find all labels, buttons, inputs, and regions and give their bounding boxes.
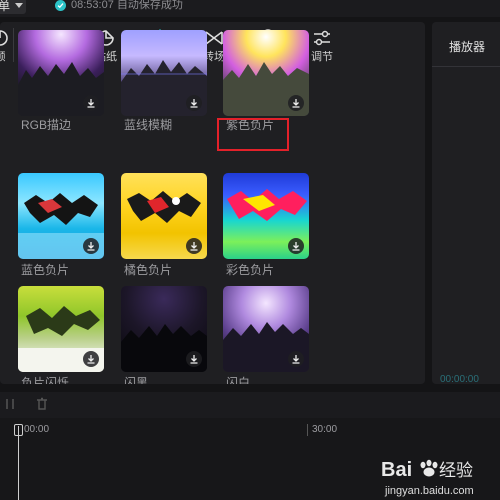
top-status-bar: 单 08:53:07 自动保存成功 — [0, 0, 500, 17]
check-circle-icon — [55, 0, 66, 11]
delete-icon[interactable] — [35, 397, 49, 416]
effect-name: RGB描边 — [21, 118, 72, 132]
ruler-mid-label: 30:00 — [312, 424, 338, 435]
effect-thumbnail — [18, 30, 104, 116]
selection-highlight-box — [217, 118, 289, 151]
split-icon[interactable] — [3, 397, 17, 416]
timeline-toolbar — [0, 392, 500, 418]
effect-name: 负片闪烁 — [21, 376, 70, 384]
material-panel: 频 文本 贴纸 特效 转场 — [0, 22, 425, 384]
effect-thumbnail — [121, 173, 207, 259]
svg-text:经验: 经验 — [439, 461, 473, 481]
tab-divider — [13, 28, 14, 62]
effect-thumbnail — [223, 286, 309, 372]
effect-thumbnail — [223, 30, 309, 116]
player-time: 00:00:00 — [440, 374, 479, 385]
effect-name: 彩色负片 — [226, 263, 275, 277]
effect-name: 闪白 — [226, 376, 251, 384]
mode-menu[interactable]: 单 — [0, 0, 27, 14]
ruler-tick — [307, 424, 308, 436]
effect-thumbnail — [223, 173, 309, 259]
effect-name: 蓝色负片 — [21, 263, 70, 277]
baidu-jingyan-watermark: Bai 经验 jingyan.baidu.com — [355, 452, 500, 500]
download-icon[interactable] — [288, 95, 304, 111]
download-icon[interactable] — [186, 238, 202, 254]
download-icon[interactable] — [288, 351, 304, 367]
svg-text:jingyan.baidu.com: jingyan.baidu.com — [384, 485, 474, 497]
effect-name: 橘色负片 — [124, 263, 173, 277]
effect-thumbnail — [18, 173, 104, 259]
download-icon[interactable] — [83, 95, 99, 111]
download-icon[interactable] — [288, 238, 304, 254]
effect-name: 闪黑 — [124, 376, 149, 384]
player-panel: 播放器 00:00:00 — [432, 22, 500, 385]
download-icon[interactable] — [83, 238, 99, 254]
autosave-status: 08:53:07 自动保存成功 — [71, 0, 183, 11]
mode-menu-label: 单 — [0, 0, 11, 13]
svg-text:Bai: Bai — [381, 459, 412, 481]
download-icon[interactable] — [186, 95, 202, 111]
effect-thumbnail — [121, 30, 207, 116]
effect-thumbnail — [18, 286, 104, 372]
download-icon[interactable] — [83, 351, 99, 367]
chevron-down-icon — [15, 3, 24, 8]
effect-thumbnail — [121, 286, 207, 372]
download-icon[interactable] — [186, 351, 202, 367]
ruler-start-label: 00:00 — [24, 424, 50, 435]
playhead[interactable] — [18, 426, 19, 500]
player-title: 播放器 — [449, 40, 486, 54]
divider — [432, 66, 500, 67]
effect-name: 蓝线模糊 — [124, 118, 173, 132]
